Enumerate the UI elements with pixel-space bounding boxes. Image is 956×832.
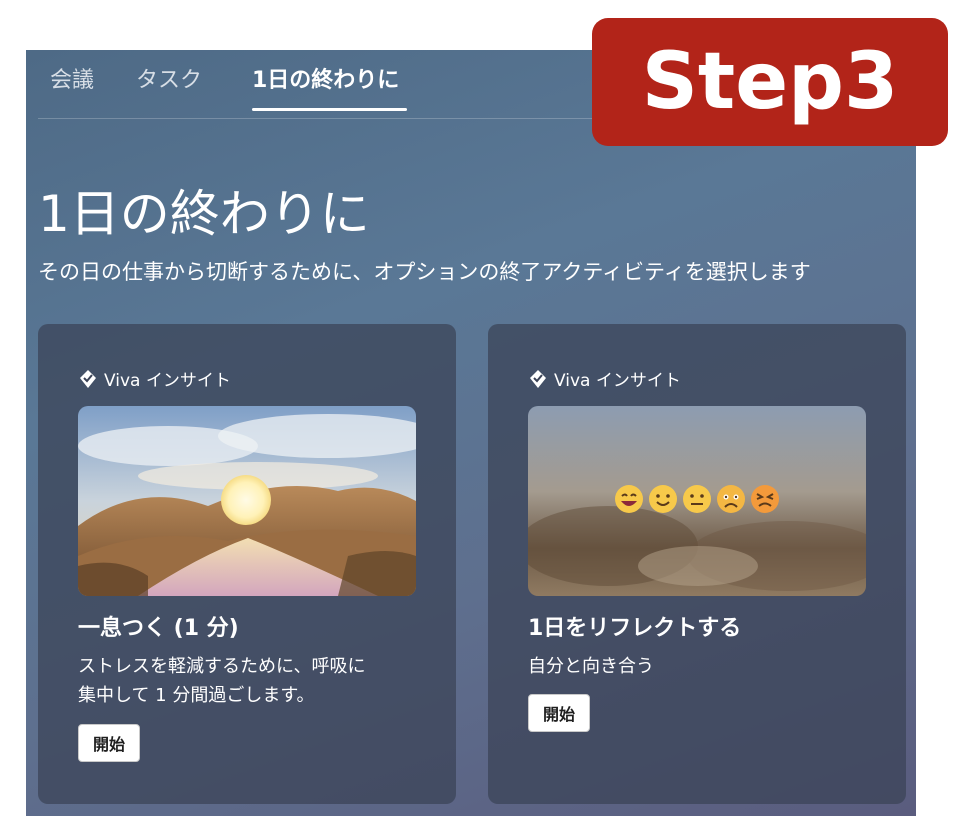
page-subtitle: その日の仕事から切断するために、オプションの終了アクティビティを選択します xyxy=(38,260,811,284)
smiling-emoji-icon xyxy=(649,485,677,513)
brand-label: Viva インサイト xyxy=(528,366,681,391)
neutral-emoji-icon xyxy=(683,485,711,513)
tab-meetings[interactable]: 会議 xyxy=(50,62,94,94)
laughing-emoji-icon xyxy=(615,485,643,513)
activity-card-reflect: Viva インサイト 1日をリフレクトする 自分と向き合う 開始 xyxy=(488,324,906,804)
tab-tasks[interactable]: タスク xyxy=(136,62,202,94)
card-title: 1日をリフレクトする xyxy=(528,616,742,641)
landscape-sun-image xyxy=(78,406,416,596)
end-of-day-panel: 会議 タスク 1日の終わりに 1日の終わりに その日の仕事から切断するために、オ… xyxy=(26,50,916,816)
viva-insights-icon xyxy=(530,369,546,388)
card-description: 自分と向き合う xyxy=(528,652,868,681)
start-button-reflect[interactable]: 開始 xyxy=(528,694,591,732)
card-description-line: 自分と向き合う xyxy=(528,656,654,677)
tab-end-of-day[interactable]: 1日の終わりに xyxy=(252,62,399,94)
card-description-line: 集中して 1 分間過ごします。 xyxy=(78,685,315,706)
card-description-line: ストレスを軽減するために、呼吸に xyxy=(78,656,366,677)
activity-card-breathe: Viva インサイト 一息つく (1 分) ストレスを軽減するために、呼吸に 集… xyxy=(38,324,456,804)
card-description: ストレスを軽減するために、呼吸に 集中して 1 分間過ごします。 xyxy=(78,652,418,710)
card-title: 一息つく (1 分) xyxy=(78,616,239,641)
worried-emoji-icon xyxy=(717,485,745,513)
step-badge: Step3 xyxy=(592,18,948,146)
tired-emoji-icon xyxy=(751,485,779,513)
viva-insights-icon xyxy=(80,369,96,388)
mood-emoji-image xyxy=(528,406,866,596)
brand-text: Viva インサイト xyxy=(104,371,231,391)
start-button-breathe[interactable]: 開始 xyxy=(78,724,141,762)
brand-text: Viva インサイト xyxy=(554,371,681,391)
active-tab-indicator xyxy=(252,108,407,111)
brand-label: Viva インサイト xyxy=(78,366,231,391)
page-title: 1日の終わりに xyxy=(38,185,370,243)
